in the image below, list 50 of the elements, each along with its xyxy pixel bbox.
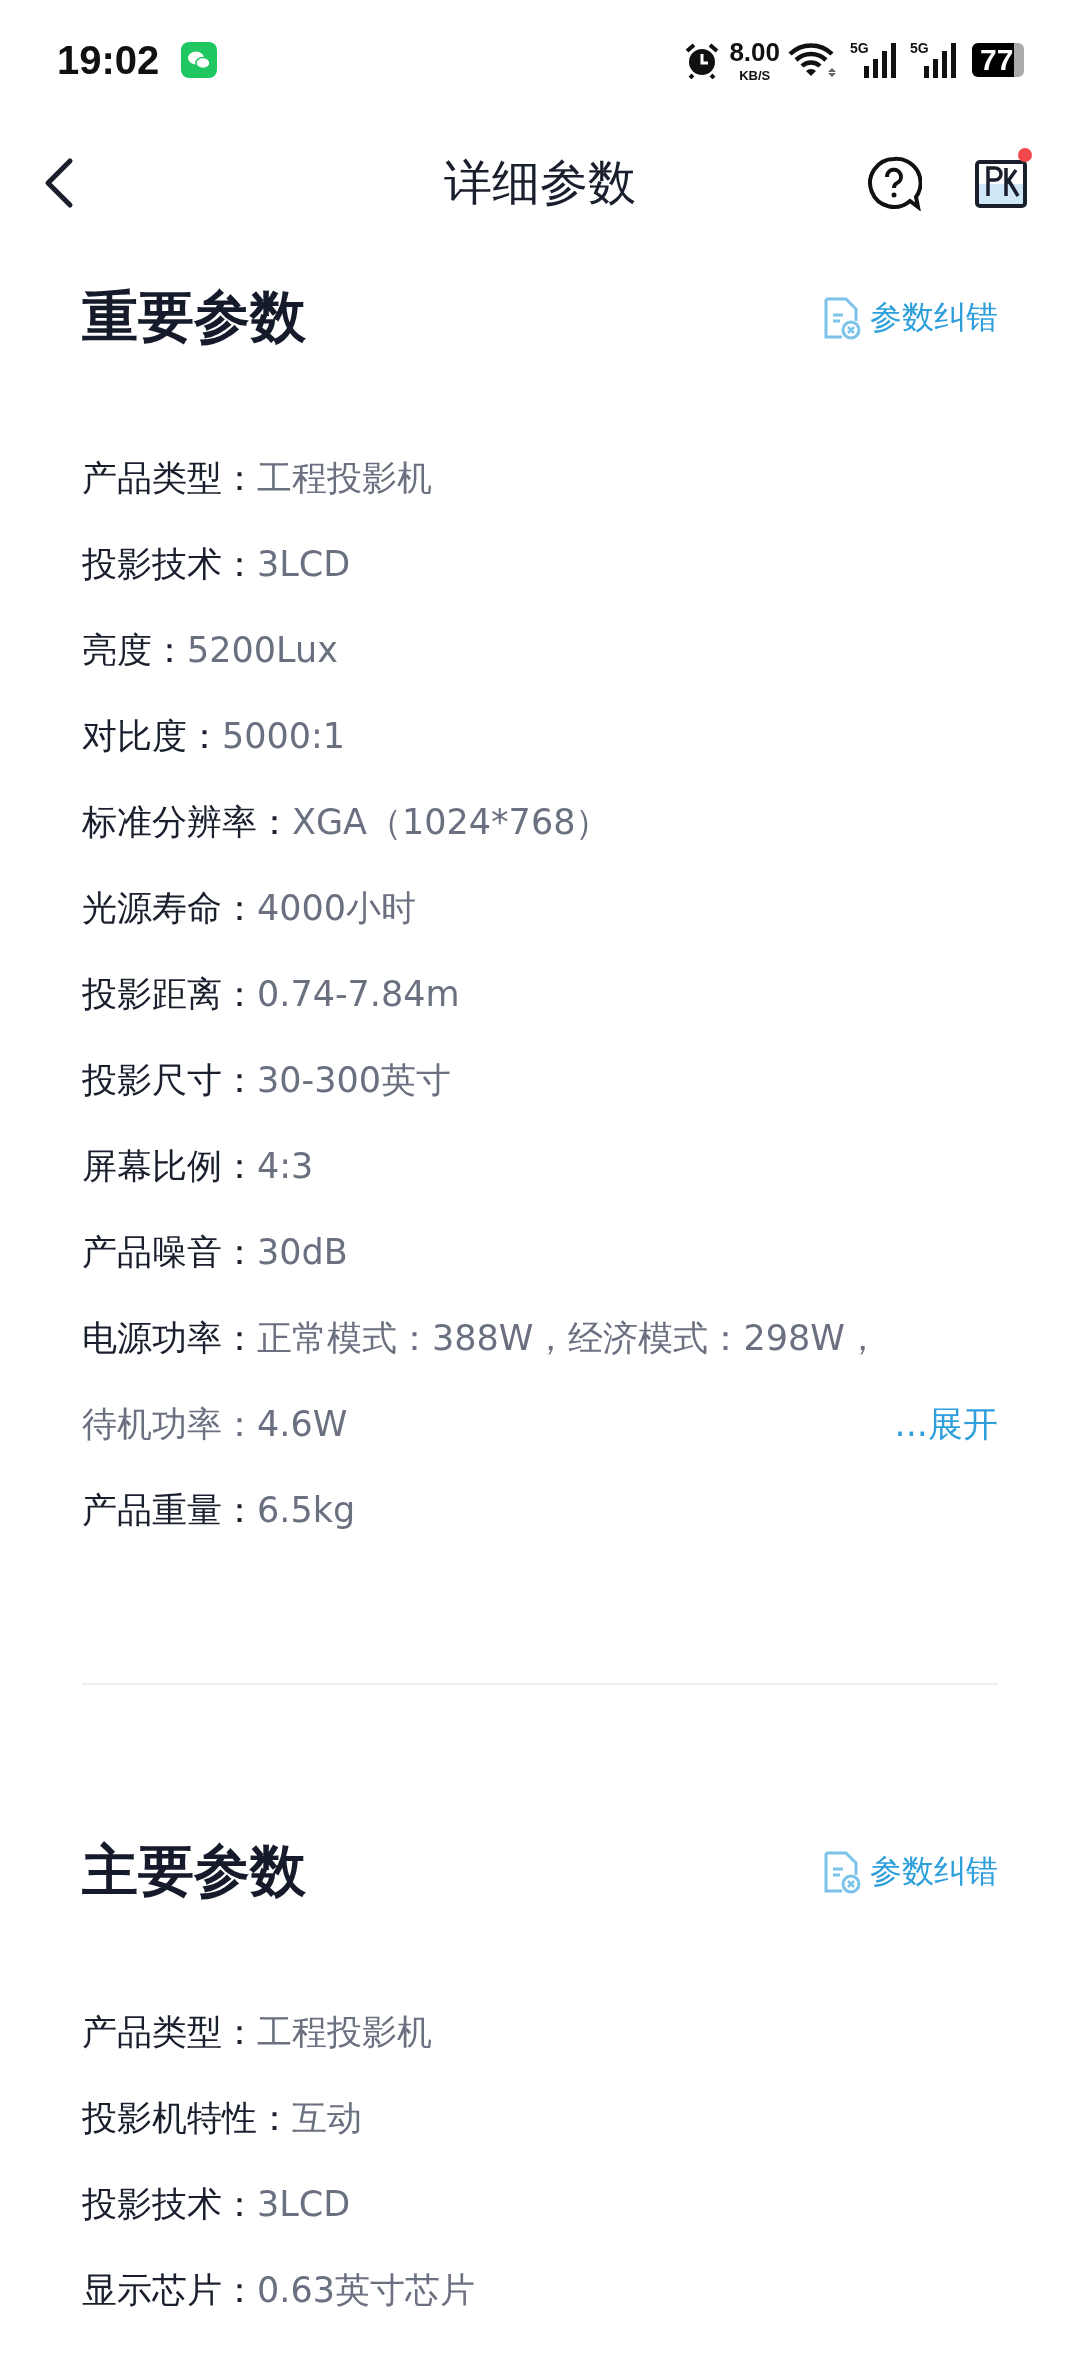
wifi-icon <box>788 42 838 78</box>
param-value: 5200Lux <box>187 630 338 670</box>
help-icon[interactable] <box>866 155 922 211</box>
expand-link[interactable]: ...展开 <box>894 1381 998 1467</box>
network-speed: 8.00 <box>729 37 780 68</box>
network-type: 5G <box>850 40 869 56</box>
param-label: 屏幕比例： <box>82 1146 257 1186</box>
section-title: 主要参数 <box>82 1837 306 1905</box>
param-value: 待机功率：4.6W <box>82 1403 348 1446</box>
param-label: 投影机特性： <box>82 2098 292 2138</box>
param-value: 4:3 <box>257 1146 314 1186</box>
param-label: 投影技术： <box>82 544 257 584</box>
param-label: 标准分辨率： <box>82 802 292 842</box>
param-label: 产品类型： <box>82 2012 257 2052</box>
param-value: 3LCD <box>257 2184 351 2224</box>
param-value: 5000:1 <box>222 716 346 756</box>
param-value: 正常模式：388W，经济模式：298W， <box>257 1318 880 1358</box>
network-speed-unit: KB/S <box>739 68 771 83</box>
param-label: 产品噪音： <box>82 1232 257 1272</box>
param-value: 30dB <box>257 1232 348 1272</box>
report-error-button[interactable]: 参数纠错 <box>822 296 998 340</box>
param-label: 光源寿命： <box>82 888 257 928</box>
clock-time: 19:02 <box>57 37 160 83</box>
param-value: 互动 <box>292 2098 362 2138</box>
param-label: 对比度： <box>82 716 222 756</box>
param-value: XGA（1024*768） <box>292 802 611 842</box>
param-value: 0.63英寸芯片 <box>257 2270 475 2310</box>
param-value: 3LCD <box>257 544 351 584</box>
param-label: 产品类型： <box>82 458 257 498</box>
param-label: 投影尺寸： <box>82 1060 257 1100</box>
document-error-icon <box>822 296 862 340</box>
param-value: 工程投影机 <box>257 2012 432 2052</box>
page-title: 详细参数 <box>444 154 636 210</box>
param-label: 投影距离： <box>82 974 257 1014</box>
battery-level: 77 <box>972 43 1024 77</box>
param-value: 4000小时 <box>257 888 417 928</box>
param-label: 电源功率： <box>82 1318 257 1358</box>
param-label: 显示芯片： <box>82 2270 257 2310</box>
param-value: 工程投影机 <box>257 458 432 498</box>
report-error-button[interactable]: 参数纠错 <box>822 1850 998 1894</box>
chat-app-icon <box>181 42 218 78</box>
param-value: 30-300英寸 <box>257 1060 451 1100</box>
param-value: 0.74-7.84m <box>257 974 460 1014</box>
network-type: 5G <box>910 40 929 56</box>
param-label: 投影技术： <box>82 2184 257 2224</box>
param-label: 产品重量： <box>82 1490 257 1530</box>
section-title: 重要参数 <box>82 283 306 351</box>
param-value: 6.5kg <box>257 1490 356 1530</box>
document-error-icon <box>822 1850 862 1894</box>
param-label: 亮度： <box>82 630 187 670</box>
